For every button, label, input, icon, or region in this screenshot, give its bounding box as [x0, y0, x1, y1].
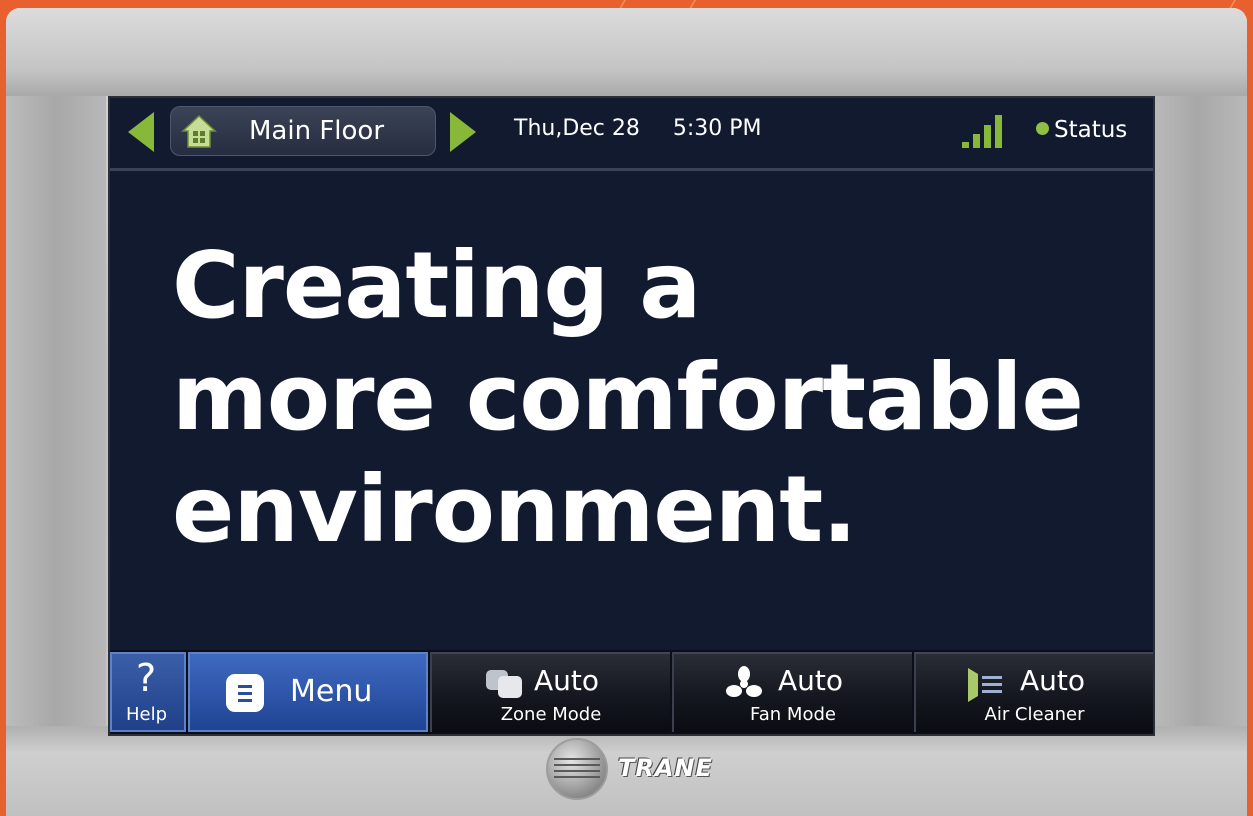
house-icon: [181, 114, 217, 148]
headline-line-3: environment.: [172, 456, 857, 563]
next-zone-arrow-icon[interactable]: [450, 112, 476, 152]
fan-icon: [726, 666, 762, 697]
zone-mode-label: Zone Mode: [500, 704, 602, 725]
trane-logo: TRANE: [546, 734, 716, 804]
air-cleaner-icon: [968, 668, 1002, 702]
zone-mode-button[interactable]: Auto Zone Mode: [430, 652, 670, 732]
trane-badge-icon: [546, 738, 608, 800]
fan-mode-value: Auto: [778, 664, 844, 697]
touch-screen: Main Floor Thu,Dec 28 5:30 PM Status Cre…: [108, 96, 1155, 736]
air-cleaner-value: Auto: [1020, 664, 1086, 697]
status-indicator[interactable]: Status: [1036, 117, 1127, 143]
fan-mode-button[interactable]: Auto Fan Mode: [672, 652, 912, 732]
zone-name: Main Floor: [249, 116, 385, 146]
air-cleaner-label: Air Cleaner: [984, 704, 1085, 725]
status-label: Status: [1054, 117, 1128, 143]
help-question-icon: ?: [136, 656, 157, 700]
zone-selector[interactable]: Main Floor: [170, 106, 436, 156]
help-button[interactable]: ? Help: [110, 652, 186, 732]
zone-mode-value: Auto: [534, 664, 600, 697]
headline: Creating a more comfortable environment.: [172, 230, 1132, 566]
menu-button[interactable]: Menu: [188, 652, 428, 732]
time-text: 5:30 PM: [672, 116, 762, 141]
status-bar: Main Floor Thu,Dec 28 5:30 PM Status: [110, 98, 1153, 171]
bezel-left: [6, 96, 106, 732]
headline-line-2: more comfortable: [172, 344, 1084, 451]
menu-label: Menu: [290, 674, 373, 709]
signal-strength-icon: [962, 115, 1002, 148]
date-time: Thu,Dec 28 5:30 PM: [514, 116, 788, 141]
trane-logo-text: TRANE: [618, 754, 713, 782]
zone-mode-icon: [486, 670, 522, 698]
help-label: Help: [126, 704, 168, 725]
bottom-toolbar: ? Help Menu Auto Zone Mode Auto Fan Mode…: [110, 650, 1153, 734]
bezel-right: [1147, 96, 1247, 732]
status-dot-icon: [1036, 122, 1049, 135]
fan-mode-label: Fan Mode: [750, 704, 836, 725]
date-text: Thu,Dec 28: [514, 116, 640, 141]
headline-line-1: Creating a: [172, 232, 701, 339]
menu-icon: [226, 674, 264, 712]
air-cleaner-button[interactable]: Auto Air Cleaner: [914, 652, 1153, 732]
thermostat-bezel: Main Floor Thu,Dec 28 5:30 PM Status Cre…: [6, 8, 1247, 816]
bezel-top: [6, 8, 1247, 96]
previous-zone-arrow-icon[interactable]: [128, 112, 154, 152]
